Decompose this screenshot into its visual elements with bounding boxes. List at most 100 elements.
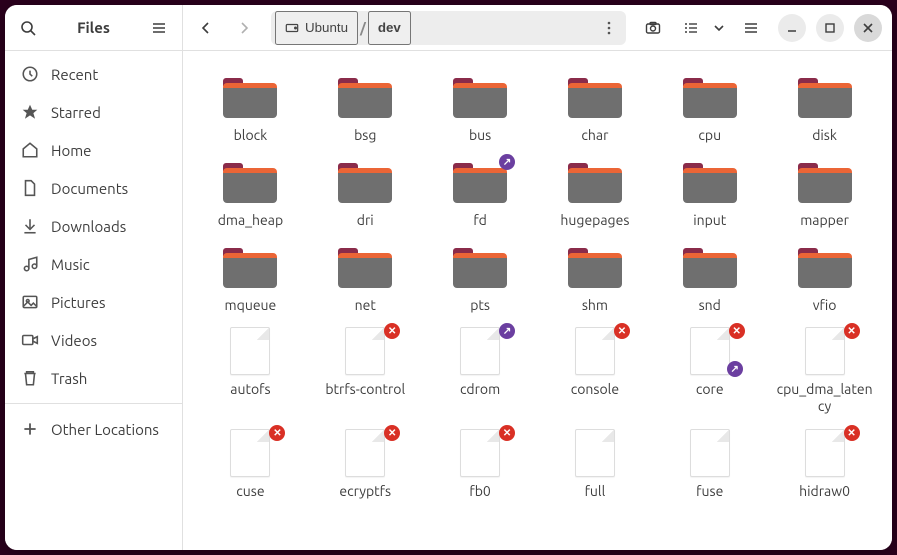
file-item[interactable]: ✕↗core <box>654 323 765 419</box>
file-item[interactable]: full <box>540 425 651 504</box>
item-label: fd <box>473 212 487 229</box>
file-item[interactable]: ✕ hidraw0 <box>769 425 880 504</box>
unreadable-emblem-icon: ✕ <box>384 323 400 339</box>
item-label: fb0 <box>469 483 490 500</box>
unreadable-emblem-icon: ✕ <box>269 425 285 441</box>
folder-icon <box>223 76 277 118</box>
folder-icon <box>223 246 277 288</box>
folder-item[interactable]: disk <box>769 69 880 148</box>
headerbar-left: Files <box>5 5 183 50</box>
file-item[interactable]: ✕ console <box>540 323 651 419</box>
item-label: bsg <box>354 127 376 144</box>
file-item[interactable]: fuse <box>654 425 765 504</box>
item-label: snd <box>699 297 721 314</box>
sidebar-item-documents[interactable]: Documents <box>5 169 182 207</box>
content-area[interactable]: block bsg buscharcpu disk dma_heap dri↗fdhuge… <box>183 51 892 550</box>
folder-icon <box>683 246 737 288</box>
folder-item[interactable]: snd <box>654 239 765 318</box>
headerbar: Files Ubuntu / dev <box>5 5 892 51</box>
folder-icon <box>568 246 622 288</box>
close-button[interactable] <box>854 14 882 42</box>
folder-item[interactable]: mapper <box>769 154 880 233</box>
folder-item[interactable]: pts <box>425 239 536 318</box>
unreadable-emblem-icon: ✕ <box>844 425 860 441</box>
folder-item[interactable]: input <box>654 154 765 233</box>
sidebar-item-music[interactable]: Music <box>5 245 182 283</box>
minimize-icon <box>784 20 800 36</box>
folder-item[interactable]: net <box>310 239 421 318</box>
hamburger-icon <box>743 20 759 36</box>
view-list-button[interactable] <box>674 11 708 45</box>
back-button[interactable] <box>189 11 223 45</box>
file-item[interactable]: ✕fb0 <box>425 425 536 504</box>
app-title: Files <box>45 19 142 36</box>
file-item[interactable]: ✕ecryptfs <box>310 425 421 504</box>
view-options-button[interactable] <box>708 11 730 45</box>
folder-item[interactable]: dri <box>310 154 421 233</box>
folder-item[interactable]: char <box>540 69 651 148</box>
sidebar-other-locations[interactable]: Other Locations <box>5 410 182 448</box>
minimize-button[interactable] <box>778 14 806 42</box>
screenshot-button[interactable] <box>636 11 670 45</box>
pathbar[interactable]: Ubuntu / dev <box>271 11 626 45</box>
file-icon <box>460 429 500 477</box>
file-item[interactable]: autofs <box>195 323 306 419</box>
file-icon <box>460 327 500 375</box>
sidebar-item-downloads[interactable]: Downloads <box>5 207 182 245</box>
file-item[interactable]: ✕btrfs-control <box>310 323 421 419</box>
file-icon <box>575 429 615 477</box>
sidebar-item-starred[interactable]: Starred <box>5 93 182 131</box>
item-label: dma_heap <box>218 212 283 229</box>
picture-icon <box>21 293 39 311</box>
folder-item[interactable]: block <box>195 69 306 148</box>
path-current-label: dev <box>378 20 401 35</box>
item-label: core <box>696 381 724 398</box>
item-label: console <box>571 381 619 398</box>
hamburger-menu-button[interactable] <box>734 11 768 45</box>
folder-item[interactable]: vfio <box>769 239 880 318</box>
item-label: mapper <box>800 212 849 229</box>
item-label: pts <box>470 297 490 314</box>
view-controls <box>674 11 730 45</box>
folder-item[interactable]: mqueue <box>195 239 306 318</box>
file-item[interactable]: ↗cdrom <box>425 323 536 419</box>
maximize-button[interactable] <box>816 14 844 42</box>
item-label: fuse <box>696 483 723 500</box>
unreadable-emblem-icon: ✕ <box>614 323 630 339</box>
path-segment-current[interactable]: dev <box>368 11 411 45</box>
folder-item[interactable]: bus <box>425 69 536 148</box>
forward-button[interactable] <box>227 11 261 45</box>
icon-grid: block bsg buscharcpu disk dma_heap dri↗fdhuge… <box>195 69 880 504</box>
body: RecentStarred Home Documents DownloadsMusic… <box>5 51 892 550</box>
search-button[interactable] <box>11 11 45 45</box>
file-item[interactable]: ✕cpu_dma_latency <box>769 323 880 419</box>
sidebar-item-label: Home <box>51 142 91 159</box>
item-label: hidraw0 <box>799 483 850 500</box>
files-window: Files Ubuntu / dev <box>5 5 892 550</box>
sidebar-item-label: Documents <box>51 180 128 197</box>
close-icon <box>860 20 876 36</box>
item-label: disk <box>812 127 837 144</box>
folder-icon <box>453 246 507 288</box>
folder-icon <box>683 76 737 118</box>
folder-item[interactable]: hugepages <box>540 154 651 233</box>
folder-item[interactable]: dma_heap <box>195 154 306 233</box>
path-menu-button[interactable] <box>596 11 622 45</box>
file-icon <box>345 429 385 477</box>
sidebar-item-recent[interactable]: Recent <box>5 55 182 93</box>
sidebar-item-trash[interactable]: Trash <box>5 359 182 397</box>
file-icon <box>690 327 730 375</box>
sidebar-item-home[interactable]: Home <box>5 131 182 169</box>
folder-icon <box>453 76 507 118</box>
plus-icon <box>21 420 39 438</box>
sidebar-item-pictures[interactable]: Pictures <box>5 283 182 321</box>
sidebar-menu-button[interactable] <box>142 11 176 45</box>
folder-item[interactable]: bsg <box>310 69 421 148</box>
path-segment-root[interactable]: Ubuntu <box>275 11 358 45</box>
file-item[interactable]: ✕cuse <box>195 425 306 504</box>
folder-item[interactable]: ↗fd <box>425 154 536 233</box>
folder-item[interactable]: cpu <box>654 69 765 148</box>
sidebar-separator <box>5 403 182 404</box>
sidebar-item-videos[interactable]: Videos <box>5 321 182 359</box>
folder-item[interactable]: shm <box>540 239 651 318</box>
